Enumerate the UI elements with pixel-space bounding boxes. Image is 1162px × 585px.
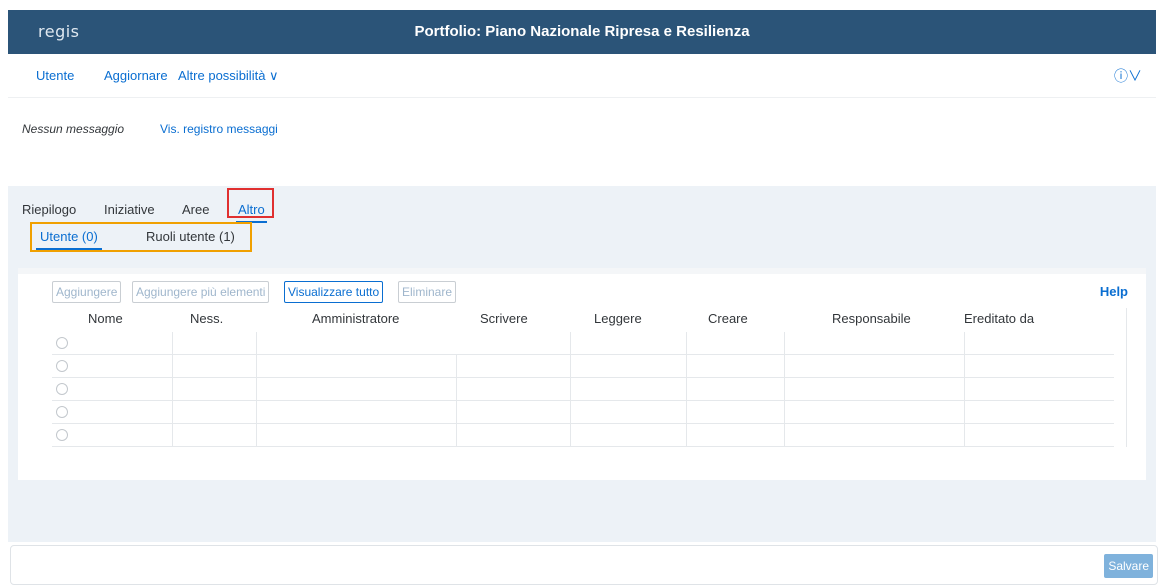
table-row[interactable] (52, 401, 1114, 424)
shell-header: regis Portfolio: Piano Nazionale Ripresa… (8, 10, 1156, 54)
tab-aree[interactable]: Aree (182, 202, 209, 217)
table-row[interactable] (52, 424, 1114, 447)
row-select-radio[interactable] (56, 406, 68, 418)
menu-bar: Utente Aggiornare Altre possibilità ∨ ⓘ∨ (8, 54, 1156, 98)
column-header-ereditato-da: Ereditato da (964, 311, 1035, 326)
page-title: Portfolio: Piano Nazionale Ripresa e Res… (414, 23, 750, 40)
add-multiple-button[interactable]: Aggiungere più elementi (132, 281, 270, 303)
help-icon[interactable]: ⓘ∨ (1114, 66, 1142, 86)
subtab-utente[interactable]: Utente (0) (36, 229, 102, 250)
column-divider (256, 332, 257, 447)
add-button[interactable]: Aggiungere (52, 281, 122, 303)
menu-more[interactable]: Altre possibilità ∨ (178, 68, 279, 84)
column-divider (172, 332, 173, 447)
column-divider (1126, 308, 1127, 447)
column-header-scrivere: Scrivere (480, 311, 528, 326)
column-header-nome: Nome (88, 311, 123, 326)
subtab-bar: Utente (0) Ruoli utente (1) (30, 222, 252, 252)
help-link[interactable]: Help (1100, 284, 1128, 299)
menu-user[interactable]: Utente (36, 68, 74, 83)
column-header-leggere: Leggere (594, 311, 642, 326)
tab-iniziative[interactable]: Iniziative (104, 202, 155, 217)
row-select-radio[interactable] (56, 383, 68, 395)
row-select-radio[interactable] (56, 337, 68, 349)
main-area: Riepilogo Iniziative Aree Altro Utente (… (8, 186, 1156, 542)
message-log-link[interactable]: Vis. registro messaggi (160, 122, 278, 136)
save-button[interactable]: Salvare (1104, 554, 1153, 578)
column-divider (456, 355, 457, 447)
column-header-creare: Creare (708, 311, 748, 326)
delete-button[interactable]: Eliminare (398, 281, 457, 303)
table-row[interactable] (52, 355, 1114, 378)
column-header-amministratore: Amministratore (312, 311, 400, 326)
column-divider (784, 332, 785, 447)
row-select-radio[interactable] (56, 360, 68, 372)
column-divider (964, 332, 965, 447)
users-panel: Aggiungere Aggiungere più elementi Visua… (18, 268, 1146, 480)
table-row[interactable] (52, 332, 1114, 355)
panel-top-strip (18, 268, 1146, 274)
table-row[interactable] (52, 378, 1114, 401)
altro-highlight-box (227, 188, 274, 218)
subtab-ruoli-utente[interactable]: Ruoli utente (1) (146, 229, 235, 244)
footer-bar: Salvare (10, 545, 1158, 585)
message-bar: Nessun messaggio Vis. registro messaggi (8, 98, 1156, 158)
column-header-responsabile: Responsabile (832, 311, 911, 326)
column-divider (570, 332, 571, 447)
no-messages-text: Nessun messaggio (22, 122, 125, 136)
column-header-ness: Ness. (190, 311, 224, 326)
row-select-radio[interactable] (56, 429, 68, 441)
tab-riepilogo[interactable]: Riepilogo (22, 202, 76, 217)
menu-refresh[interactable]: Aggiornare (104, 68, 168, 83)
column-divider (686, 332, 687, 447)
show-all-button[interactable]: Visualizzare tutto (284, 281, 384, 303)
